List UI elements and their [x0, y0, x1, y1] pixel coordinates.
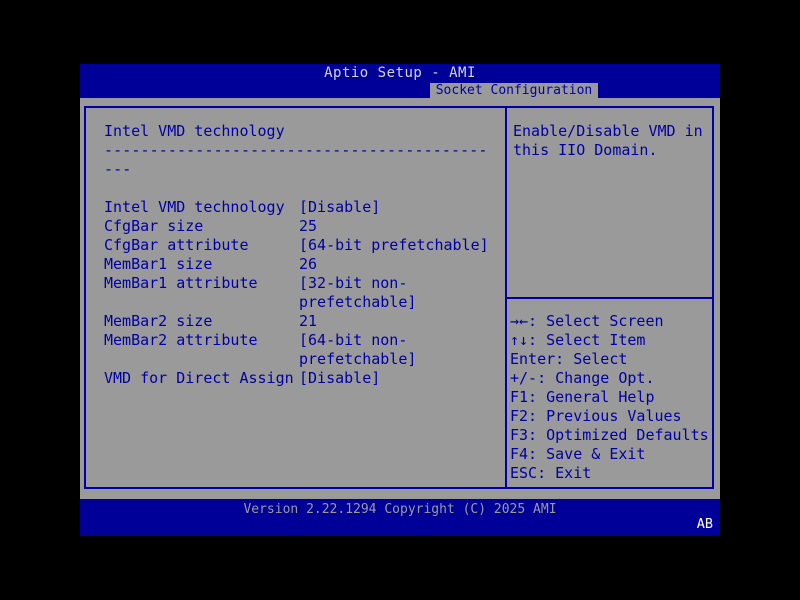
setting-value: [64-bit non-prefetchable]: [299, 331, 501, 369]
hotkey-legend: →←: Select Screen ↑↓: Select Item Enter:…: [510, 312, 712, 483]
setting-row-membar2-size[interactable]: MemBar2 size 21: [86, 312, 505, 331]
setting-row-membar2-attribute[interactable]: MemBar2 attribute [64-bit non-prefetchab…: [86, 331, 505, 369]
version-text: Version 2.22.1294 Copyright (C) 2025 AMI: [80, 502, 720, 518]
help-text: Enable/Disable VMD in this IIO Domain.: [507, 108, 709, 160]
setting-label: MemBar2 attribute: [104, 331, 258, 350]
setting-label: MemBar2 size: [104, 312, 212, 331]
legend-f2-previous-values: F2: Previous Values: [510, 407, 712, 426]
footer-bar: Version 2.22.1294 Copyright (C) 2025 AMI…: [80, 499, 720, 536]
setting-label: MemBar1 size: [104, 255, 212, 274]
setting-value: 21: [299, 312, 501, 331]
setting-value: 26: [299, 255, 501, 274]
separator-line: ----------------------------------------…: [86, 141, 505, 160]
settings-pane: Intel VMD technology -------------------…: [86, 108, 505, 487]
setting-row-intel-vmd-technology[interactable]: Intel VMD technology [Disable]: [86, 198, 505, 217]
setting-label: CfgBar attribute: [104, 236, 249, 255]
legend-esc-exit: ESC: Exit: [510, 464, 712, 483]
setting-row-cfgbar-size[interactable]: CfgBar size 25: [86, 217, 505, 236]
setting-row-membar1-attribute[interactable]: MemBar1 attribute [32-bit non-prefetchab…: [86, 274, 505, 312]
crt-background: Aptio Setup - AMI Socket Configuration I…: [0, 0, 800, 600]
setup-title: Aptio Setup - AMI: [80, 65, 720, 81]
setting-label: MemBar1 attribute: [104, 274, 258, 293]
setting-row-cfgbar-attribute[interactable]: CfgBar attribute [64-bit prefetchable]: [86, 236, 505, 255]
legend-f3-optimized-defaults: F3: Optimized Defaults: [510, 426, 712, 445]
setting-value: 25: [299, 217, 501, 236]
separator-line: ---: [86, 160, 505, 179]
setup-panel: Intel VMD technology -------------------…: [84, 106, 714, 489]
legend-f1-general-help: F1: General Help: [510, 388, 712, 407]
tab-socket-configuration[interactable]: Socket Configuration: [430, 83, 598, 98]
spacer: [86, 179, 505, 198]
header-bar: Aptio Setup - AMI Socket Configuration: [80, 64, 720, 98]
setting-label: CfgBar size: [104, 217, 203, 236]
setting-value: [32-bit non-prefetchable]: [299, 274, 501, 312]
legend-select-item: ↑↓: Select Item: [510, 331, 712, 350]
legend-select-screen: →←: Select Screen: [510, 312, 712, 331]
legend-divider: [507, 297, 712, 299]
setting-value: [64-bit prefetchable]: [299, 236, 501, 255]
build-code: AB: [697, 517, 713, 532]
setting-value: [Disable]: [299, 369, 501, 388]
legend-enter-select: Enter: Select: [510, 350, 712, 369]
legend-change-opt: +/-: Change Opt.: [510, 369, 712, 388]
setting-row-membar1-size[interactable]: MemBar1 size 26: [86, 255, 505, 274]
setting-label: VMD for Direct Assign: [104, 369, 294, 388]
client-area: Intel VMD technology -------------------…: [80, 98, 720, 499]
setting-row-vmd-direct-assign[interactable]: VMD for Direct Assign [Disable]: [86, 369, 505, 388]
setting-label: Intel VMD technology: [104, 198, 285, 217]
setting-value: [Disable]: [299, 198, 501, 217]
bios-screen: Aptio Setup - AMI Socket Configuration I…: [80, 64, 720, 536]
legend-f4-save-exit: F4: Save & Exit: [510, 445, 712, 464]
help-pane: Enable/Disable VMD in this IIO Domain. →…: [507, 108, 712, 487]
section-title: Intel VMD technology: [86, 122, 505, 141]
